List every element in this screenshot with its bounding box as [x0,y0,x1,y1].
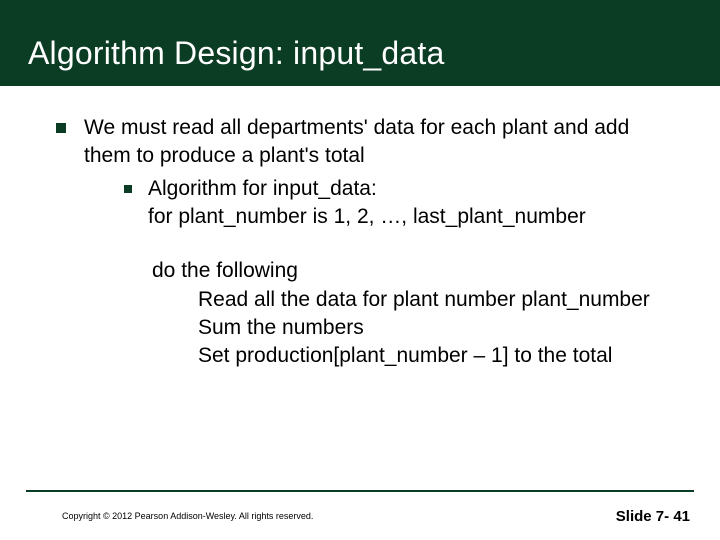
step-line: Read all the data for plant number plant… [152,286,664,314]
bullet-level2: Algorithm for input_data: for plant_numb… [124,175,664,232]
slide-body: We must read all departments' data for e… [0,86,720,490]
slide-footer: Copyright © 2012 Pearson Addison-Wesley.… [0,492,720,540]
slide-number: Slide 7- 41 [616,508,690,525]
step-line: Set production[plant_number – 1] to the … [152,342,664,370]
copyright-text: Copyright © 2012 Pearson Addison-Wesley.… [62,511,313,521]
step-line: Sum the numbers [152,314,664,342]
bullet2-line1: Algorithm for input_data: [148,175,664,203]
slide: Algorithm Design: input_data We must rea… [0,0,720,540]
algorithm-steps: do the following Read all the data for p… [152,257,664,370]
bullet2-line2: for plant_number is 1, 2, …, last_plant_… [148,203,664,231]
steps-lead: do the following [152,257,664,285]
square-bullet-icon [124,185,132,193]
square-bullet-icon [56,123,66,133]
title-bar: Algorithm Design: input_data [0,0,720,86]
bullet-level2-text: Algorithm for input_data: for plant_numb… [148,175,664,232]
slide-title: Algorithm Design: input_data [28,35,445,72]
bullet-level1-text: We must read all departments' data for e… [84,114,664,371]
bullet-level1: We must read all departments' data for e… [56,114,664,371]
bullet1-text: We must read all departments' data for e… [84,116,629,167]
